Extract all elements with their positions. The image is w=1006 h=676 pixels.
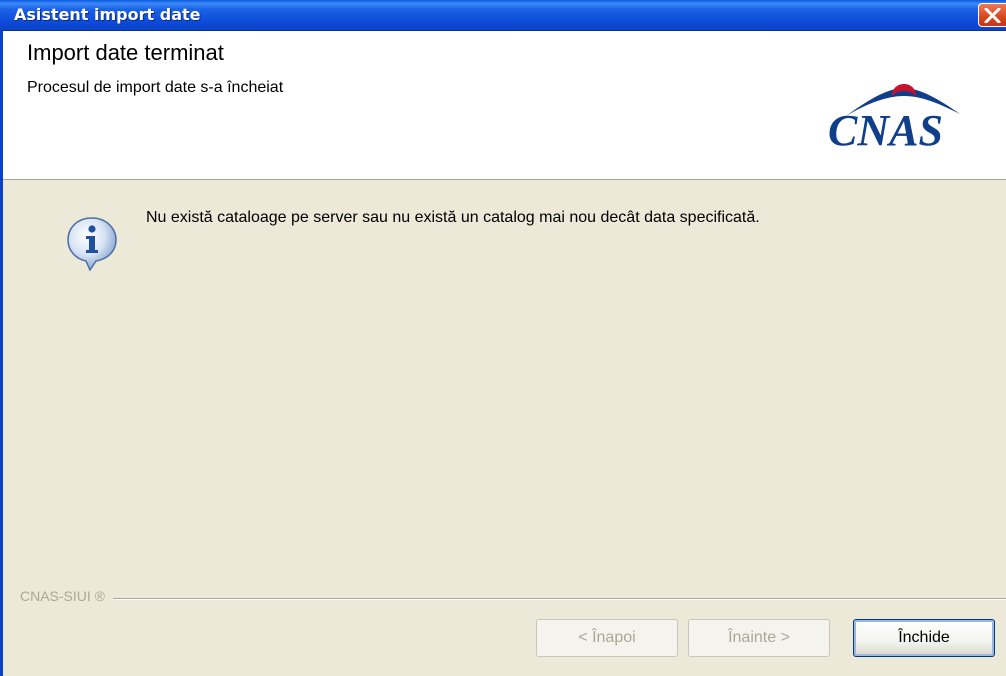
page-subtitle: Procesul de import date s-a încheiat: [27, 79, 284, 96]
cnas-logo: CNAS: [828, 82, 978, 162]
close-button[interactable]: [978, 3, 1006, 27]
footer-divider: [20, 598, 1006, 600]
title-bar[interactable]: Asistent import date: [0, 0, 1006, 31]
logo-text: CNAS: [828, 106, 943, 155]
footer-brand: CNAS-SIUI ®: [20, 588, 113, 604]
close-icon: [984, 8, 1001, 23]
window-title: Asistent import date: [14, 5, 201, 24]
finish-close-button[interactable]: Închide: [853, 619, 995, 657]
next-button[interactable]: Înainte >: [688, 619, 830, 657]
info-icon: [67, 217, 117, 272]
back-button[interactable]: < Înapoi: [536, 619, 678, 657]
info-message: Nu există cataloage pe server sau nu exi…: [146, 209, 760, 226]
page-title: Import date terminat: [27, 40, 224, 65]
